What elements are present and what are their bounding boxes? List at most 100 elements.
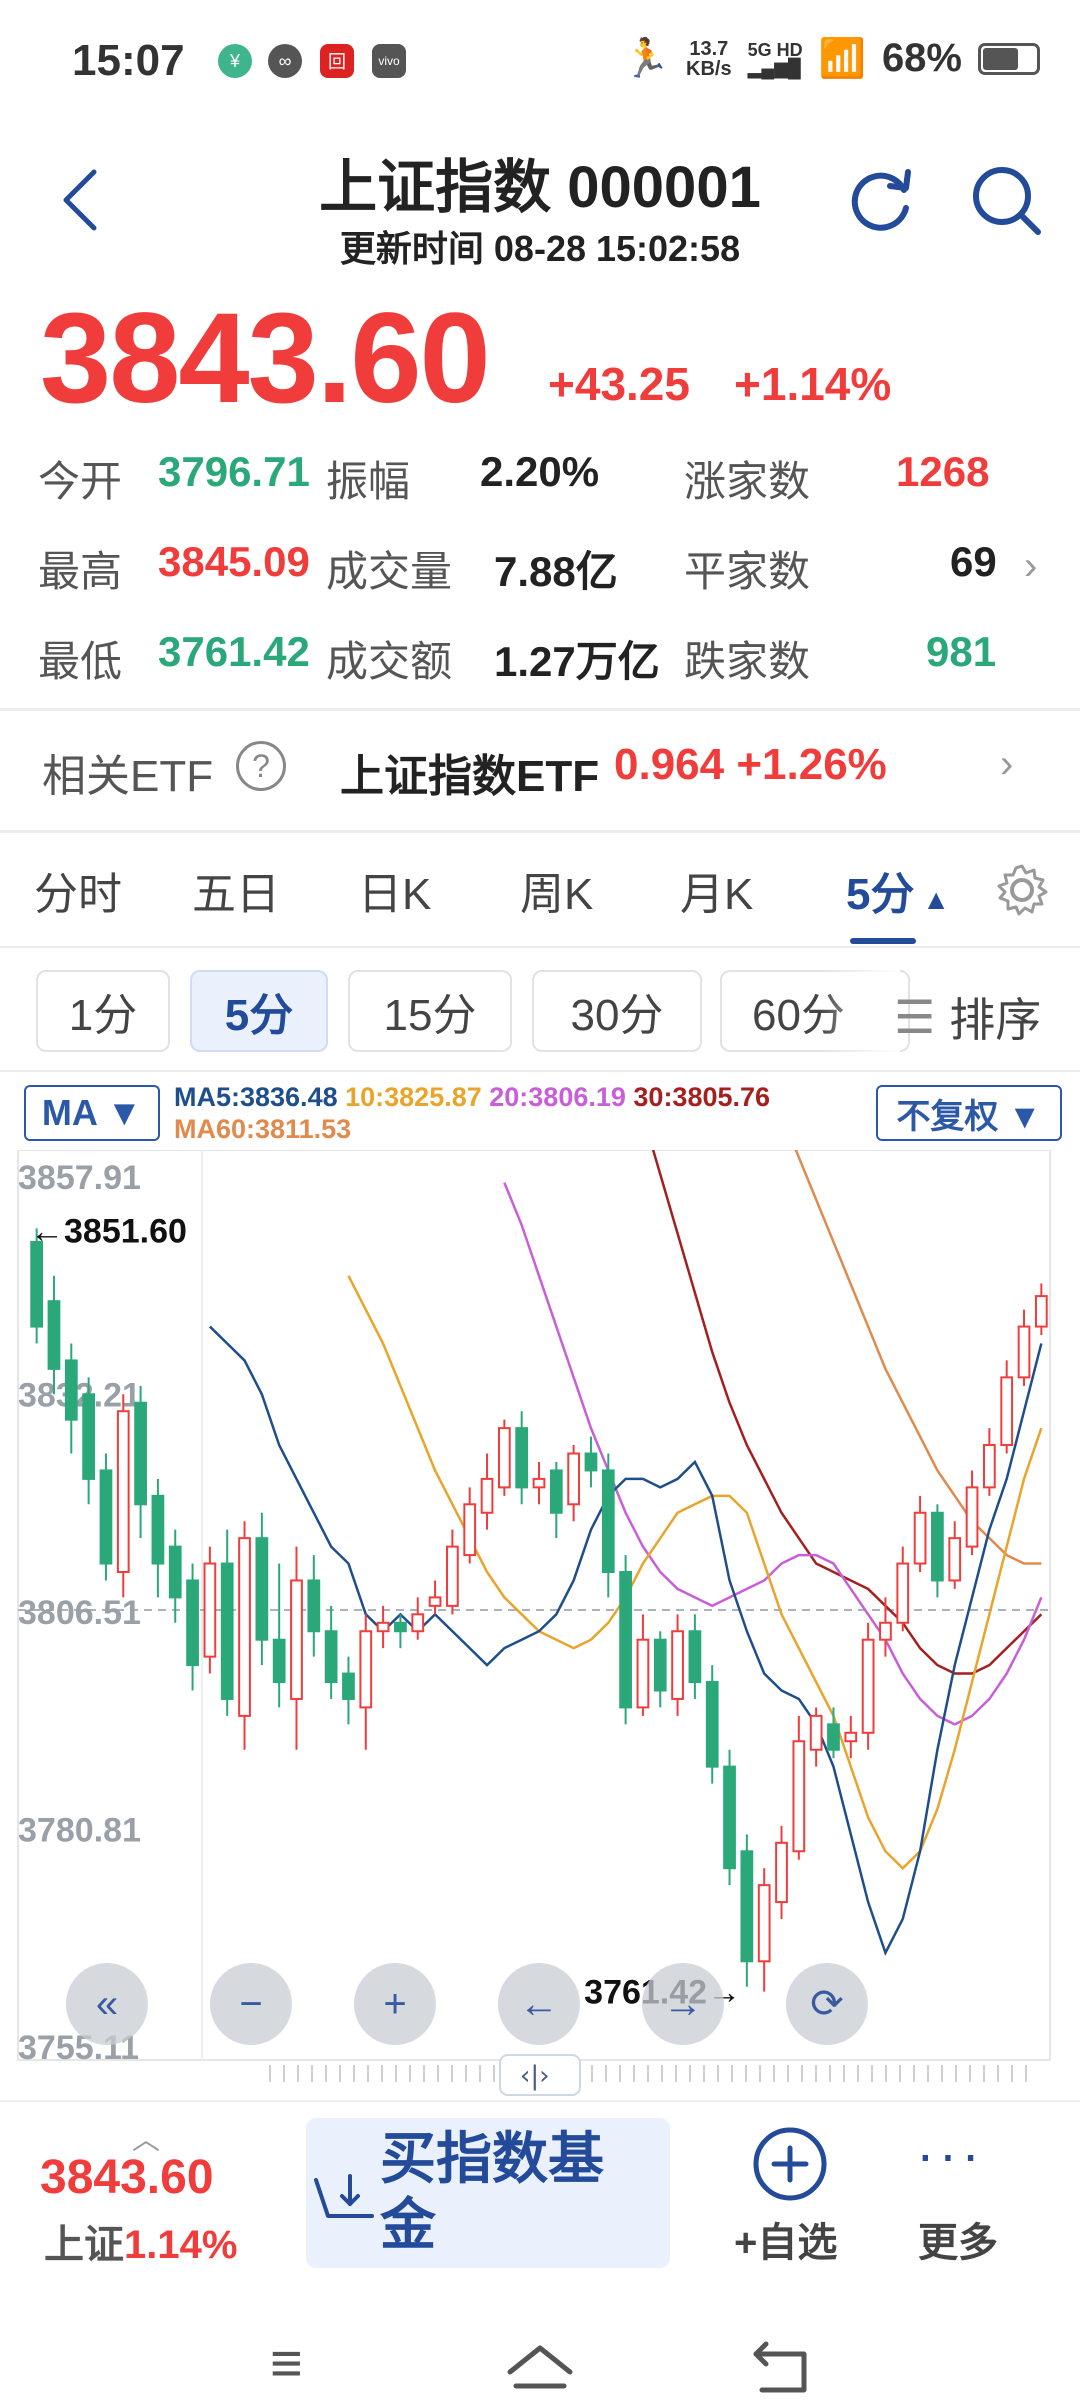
net-type: 5G HD xyxy=(747,39,803,60)
nav-menu-button[interactable]: ≡ xyxy=(270,2330,303,2395)
interval-1min[interactable]: 1分 xyxy=(36,970,170,1052)
candlestick-chart[interactable]: 3857.913832.213806.513780.813755.11←3851… xyxy=(0,1150,1080,2100)
candle-body xyxy=(446,1545,459,1607)
adjust-dropdown[interactable]: 不复权 ▼ xyxy=(876,1085,1062,1141)
ma60-value: MA60:3811.53 xyxy=(174,1114,352,1144)
stat-decliners-value: 981 xyxy=(926,628,997,675)
candle-body xyxy=(1017,1325,1031,1379)
bottom-index-change: 上证1.14% xyxy=(44,2212,237,2270)
scroll-left-button[interactable]: ← xyxy=(498,1963,580,2045)
candle-body xyxy=(965,1486,979,1548)
candle-body xyxy=(116,1410,130,1574)
stat-advancers-label: 涨家数 xyxy=(684,458,811,505)
battery-percent: 68% xyxy=(881,36,962,80)
tab-5min-label: 5分 xyxy=(846,870,915,919)
candle-body xyxy=(584,1452,598,1472)
candle-body xyxy=(705,1681,719,1768)
candle-body xyxy=(238,1537,251,1717)
interval-15min[interactable]: 15分 xyxy=(348,970,512,1052)
y-tick-label: 3806.51 xyxy=(18,1594,141,1632)
tab-5min[interactable]: 5分 ▲ xyxy=(846,858,950,922)
stat-decliners-label: 跌家数 xyxy=(684,638,811,685)
candle-body xyxy=(549,1469,563,1514)
status-time: 15:07 xyxy=(72,36,185,85)
scroll-right-button[interactable]: → xyxy=(642,1963,724,2045)
tab-weekly-k[interactable]: 周K xyxy=(520,858,593,922)
candle-body xyxy=(671,1630,684,1700)
bottom-price: 3843.60 xyxy=(40,2151,214,2204)
candle-body xyxy=(861,1638,875,1734)
stat-unchanged-label: 平家数 xyxy=(684,548,811,595)
stats-chevron-icon[interactable]: › xyxy=(1024,544,1037,589)
candle-body xyxy=(775,1841,788,1904)
scroll-start-button[interactable]: « xyxy=(66,1963,148,2045)
stat-high-label: 最高 xyxy=(38,548,123,595)
zoom-in-button[interactable]: + xyxy=(354,1963,436,2045)
candle-body xyxy=(948,1537,962,1582)
stat-volume-value: 7.88亿 xyxy=(494,548,618,595)
double-left-icon: « xyxy=(95,1981,119,2026)
candle-body xyxy=(913,1511,927,1565)
nav-home-button[interactable] xyxy=(504,2330,576,2408)
y-tick-label: 3780.81 xyxy=(18,1812,141,1850)
candle-body xyxy=(82,1393,95,1480)
stat-turnover-label: 成交额 xyxy=(326,638,453,685)
candle-body xyxy=(203,1562,217,1658)
high-price-label: ←3851.60 xyxy=(30,1212,187,1250)
wifi-icon: 📶 xyxy=(818,37,866,80)
candle-body xyxy=(1034,1295,1048,1328)
etf-name: 上证指数ETF xyxy=(340,752,600,801)
tab-intraday[interactable]: 分时 xyxy=(34,858,122,922)
refresh-icon xyxy=(851,169,911,231)
gear-icon xyxy=(997,864,1048,916)
stat-advancers-value: 1268 xyxy=(896,448,990,495)
activity-icon: 🏃 xyxy=(622,37,671,80)
refresh-button[interactable] xyxy=(842,160,922,240)
nav-back-button[interactable] xyxy=(746,2330,816,2408)
stat-low-label: 最低 xyxy=(38,638,123,685)
candle-body xyxy=(220,1562,234,1700)
minus-icon: − xyxy=(239,1981,263,2026)
arrow-left-icon: ← xyxy=(519,1981,559,2026)
candle-body xyxy=(463,1503,477,1557)
candle-body xyxy=(324,1630,338,1684)
tab-daily-k[interactable]: 日K xyxy=(358,858,431,922)
tab-five-day[interactable]: 五日 xyxy=(192,858,280,922)
stat-amplitude-value: 2.20% xyxy=(480,448,600,495)
sort-button[interactable]: ☰ 排序 xyxy=(894,984,1041,1050)
ma-indicator-dropdown[interactable]: MA ▼ xyxy=(24,1085,160,1141)
link-notification-icon: ∞ xyxy=(268,44,302,78)
price-change-pct: +1.14% xyxy=(734,358,892,410)
buy-index-fund-label: 买指数基金 xyxy=(380,2127,604,2256)
home-icon xyxy=(507,2345,573,2389)
divider xyxy=(0,946,1080,948)
ma30-value: 30:3805.76 xyxy=(633,1082,771,1112)
etf-label: 相关ETF xyxy=(42,752,214,801)
candle-body xyxy=(134,1401,147,1506)
candle-body xyxy=(30,1240,44,1328)
candle-body xyxy=(896,1562,910,1624)
y-tick-label: 3857.91 xyxy=(18,1159,141,1197)
chart-frame xyxy=(17,1150,1051,2061)
candle-body xyxy=(411,1613,425,1633)
interval-30min[interactable]: 30分 xyxy=(532,970,702,1052)
candle-body xyxy=(688,1630,702,1684)
etf-chevron-icon: › xyxy=(1000,742,1014,786)
candle-body xyxy=(186,1579,199,1667)
settings-button[interactable] xyxy=(992,860,1052,920)
candle-body xyxy=(290,1579,303,1700)
candle-body xyxy=(515,1427,529,1489)
interval-5min[interactable]: 5分 xyxy=(190,970,328,1052)
stat-volume-label: 成交量 xyxy=(326,548,453,595)
help-icon[interactable]: ? xyxy=(236,741,286,791)
status-bar: 15:07 ¥ ∞ 回 vivo 🏃 13.7 KB/s 5G HD ▂▄▆█ 📶… xyxy=(0,0,1080,130)
search-button[interactable] xyxy=(966,160,1046,240)
candle-body xyxy=(394,1621,407,1633)
zoom-out-button[interactable]: − xyxy=(210,1963,292,2045)
candle-body xyxy=(983,1444,996,1489)
stat-turnover-value: 1.27万亿 xyxy=(494,638,660,685)
ma60-line xyxy=(794,1150,1042,1565)
rotate-button[interactable]: ⟳ xyxy=(786,1963,868,2045)
tab-monthly-k[interactable]: 月K xyxy=(680,858,753,922)
vivo-notification-icon: vivo xyxy=(372,44,406,78)
